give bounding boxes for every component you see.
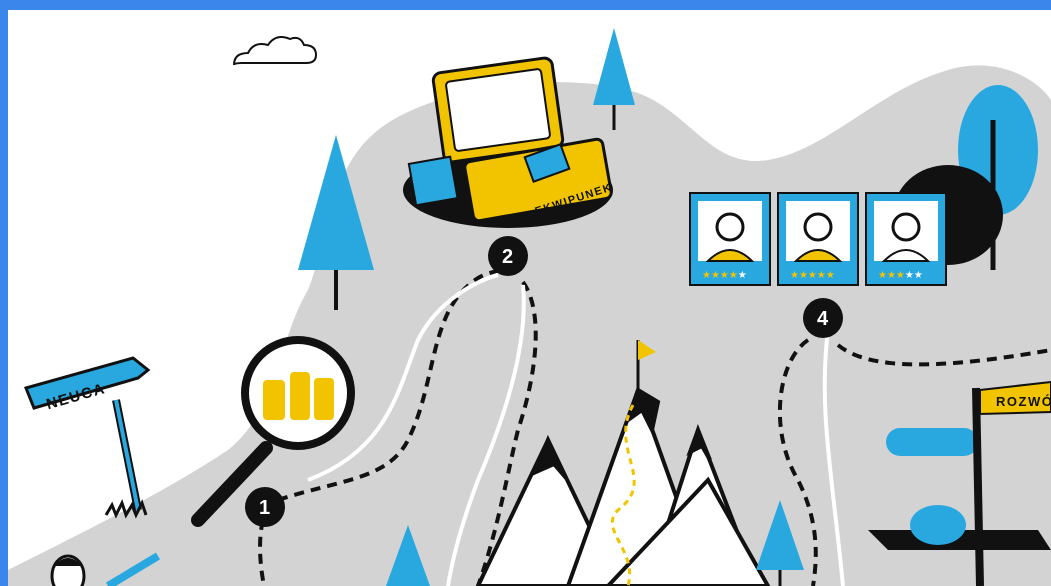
step-marker-2: 2: [488, 236, 528, 276]
profile-card: ★★★★★: [689, 192, 771, 286]
cloud-icon: [233, 36, 318, 66]
profile-cards: ★★★★★ ★★★★★ ★★★★★: [689, 192, 947, 286]
rating-stars: ★★★★★: [790, 270, 835, 281]
sign-label-right: ROZWÓJ: [996, 394, 1051, 409]
profile-card: ★★★★★: [865, 192, 947, 286]
rating-stars: ★★★★★: [878, 270, 923, 281]
step-number: 2: [502, 246, 513, 268]
step-marker-1: 1: [245, 487, 285, 527]
journey-map: EKWIPUNEK NEUCA ROZWÓ ★★★★★ ★★★★★ ★★★★★ …: [8, 28, 1051, 586]
step-number: 1: [259, 497, 270, 519]
rating-stars: ★★★★★: [702, 270, 747, 281]
step-marker-4: 4: [803, 298, 843, 338]
illustration-canvas: EKWIPUNEK NEUCA ROZWÓ ★★★★★ ★★★★★ ★★★★★ …: [8, 10, 1051, 586]
step-number: 4: [817, 308, 829, 330]
signpost-left: NEUCA: [23, 356, 151, 519]
profile-card: ★★★★★: [777, 192, 859, 286]
